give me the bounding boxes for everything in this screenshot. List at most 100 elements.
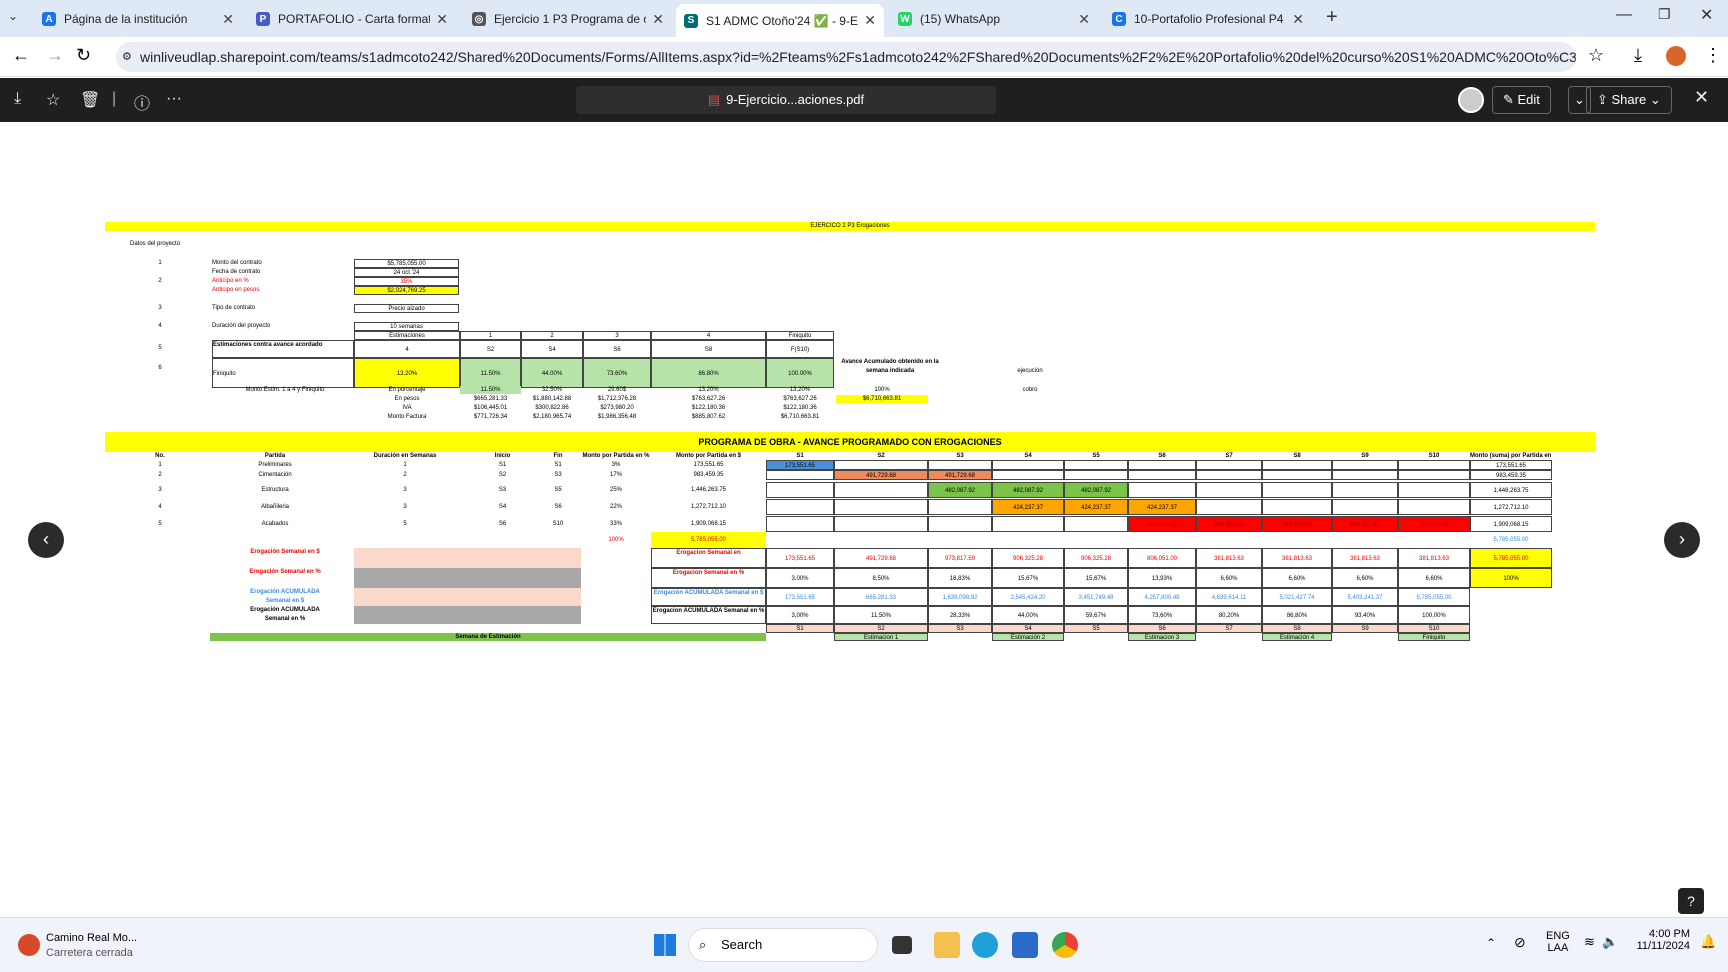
tab-close-icon[interactable]: ✕ <box>222 11 234 28</box>
new-tab-button[interactable]: + <box>1326 6 1338 29</box>
download-icon[interactable]: ⤓ <box>1634 45 1642 66</box>
summary-value: $6,710,663.81 <box>780 414 820 420</box>
back-icon[interactable]: ← <box>12 45 30 66</box>
erogacion-row-label: Erogacion Semanal en <box>651 548 766 568</box>
finiquito-pct: 73.60% <box>583 358 651 388</box>
erogacion-value: 381,813.63 <box>1262 548 1332 568</box>
edge-icon[interactable] <box>972 932 998 958</box>
download-file-icon[interactable]: ⤓ <box>14 90 21 108</box>
tab-4[interactable]: S S1 ADMC Otoño'24 ✅ - 9-E ✕ <box>676 4 884 37</box>
gantt-cell <box>1196 470 1262 480</box>
erogacion-value: 665,281.33 <box>834 588 928 606</box>
gantt-cell <box>1262 460 1332 470</box>
gantt-cell <box>1064 470 1128 480</box>
summary-value: $273,980.20 <box>600 405 634 411</box>
help-icon[interactable]: ? <box>1678 888 1704 914</box>
close-viewer-icon[interactable]: ✕ <box>1694 87 1709 108</box>
next-page-button[interactable]: › <box>1664 522 1700 558</box>
tab-close-icon[interactable]: ✕ <box>1078 11 1090 28</box>
partida-total: 1,272,712.10 <box>1470 499 1552 515</box>
gantt-cell <box>1262 499 1332 515</box>
edit-button[interactable]: ✎ Edit <box>1492 86 1551 114</box>
erogacion-value: 491,729.68 <box>834 548 928 568</box>
partida-cell: S3 <box>498 487 507 493</box>
profile-avatar[interactable] <box>1666 46 1686 66</box>
delete-icon[interactable]: 🗑 <box>80 90 100 110</box>
erogacion-value: 86,80% <box>1262 606 1332 624</box>
summary-label: IVA <box>402 405 412 411</box>
user-avatar[interactable] <box>1458 87 1484 113</box>
gantt-cell <box>1332 499 1398 515</box>
info-value: $5,785,055.00 <box>354 259 459 268</box>
url-field[interactable]: ⚙ winliveudlap.sharepoint.com/teams/s1adm… <box>116 42 1576 72</box>
gantt-bar: 173,551.65 <box>766 460 834 470</box>
favorite-icon[interactable]: ☆ <box>46 90 60 110</box>
info-number: 1 <box>158 260 162 266</box>
more-icon[interactable]: ··· <box>166 90 182 108</box>
info-label: Fecha de contrato <box>212 269 261 275</box>
tab-2[interactable]: P PORTAFOLIO - Carta formato E ✕ <box>248 6 456 32</box>
notification-bell-icon[interactable]: 🔔 <box>1700 934 1716 950</box>
minimize-icon[interactable]: — <box>1616 6 1632 24</box>
summary-label: En porcentaje <box>388 387 426 393</box>
previous-page-button[interactable]: ‹ <box>28 522 64 558</box>
share-button[interactable]: ⇪ Share ⌄ <box>1586 86 1672 114</box>
chrome-icon[interactable] <box>1052 932 1078 958</box>
close-window-icon[interactable]: ✕ <box>1700 5 1713 25</box>
tab-6[interactable]: C 10-Portafolio Profesional P4 CA ✕ <box>1104 6 1312 32</box>
column-header: Monto (suma) por Partida en $ <box>1470 453 1552 459</box>
tab-search-icon[interactable]: ⌄ <box>8 9 18 23</box>
erogacion-value: 3,00% <box>766 568 834 588</box>
info-icon[interactable]: ⓘ <box>134 90 150 114</box>
gantt-cell <box>1262 482 1332 498</box>
tab-close-icon[interactable]: ✕ <box>864 12 876 29</box>
news-widget[interactable]: Camino Real Mo... Carretera cerrada <box>14 932 164 962</box>
partida-cell: 1,909,068.15 <box>690 521 727 527</box>
reload-icon[interactable]: ↻ <box>76 45 91 66</box>
site-info-icon[interactable]: ⚙ <box>122 42 132 72</box>
volume-icon[interactable]: 🔈 <box>1602 934 1618 950</box>
windows-start-icon[interactable] <box>654 934 676 956</box>
partida-cell: S6 <box>498 521 507 527</box>
column-header: Fin <box>553 453 563 459</box>
info-number: 2 <box>158 278 162 284</box>
store-icon[interactable] <box>1012 932 1038 958</box>
network-off-icon[interactable]: ⊘ <box>1514 934 1526 951</box>
column-header: S9 <box>1361 453 1369 459</box>
bookmark-star-icon[interactable]: ☆ <box>1588 45 1604 66</box>
forward-icon[interactable]: → <box>46 45 64 66</box>
partida-cell: S2 <box>498 472 507 478</box>
wifi-icon[interactable]: ≋ <box>1584 934 1595 950</box>
restore-icon[interactable]: ❐ <box>1658 6 1671 23</box>
file-name: 9-Ejercicio...aciones.pdf <box>726 92 865 107</box>
tab-label: S1 ADMC Otoño'24 ✅ - 9-E <box>706 13 858 28</box>
erogacion-value: 8,50% <box>834 568 928 588</box>
clock[interactable]: 4:00 PM 11/11/2024 <box>1620 928 1690 952</box>
info-value: 24 oct '24 <box>354 268 459 277</box>
tab-5[interactable]: W (15) WhatsApp ✕ <box>890 6 1098 32</box>
file-explorer-icon[interactable] <box>934 932 960 958</box>
language-indicator[interactable]: ENG LAA <box>1546 930 1570 954</box>
tab-3[interactable]: ◎ Ejercicio 1 P3 Programa de obr ✕ <box>464 6 672 32</box>
erogacion-side-label: Erogación ACUMULADA Semanal en $ <box>250 589 320 604</box>
tray-chevron-icon[interactable]: ⌃ <box>1486 936 1496 950</box>
partida-cell: 3% <box>611 462 621 468</box>
partida-cell: S3 <box>554 472 562 478</box>
erogacion-value: 906,325.28 <box>992 548 1064 568</box>
erogacion-side-label: Erogación Semanal en $ <box>250 549 320 555</box>
taskbar-search[interactable]: ⌕ Search <box>688 928 878 962</box>
task-view-icon[interactable] <box>892 936 912 954</box>
info-label: Anticipo en pesos <box>212 287 260 293</box>
windows-taskbar: Camino Real Mo... Carretera cerrada ⌕ Sea… <box>0 917 1728 972</box>
tab-close-icon[interactable]: ✕ <box>652 11 664 28</box>
tab-1[interactable]: A Página de la institución ✕ <box>34 6 242 32</box>
tab-favicon-icon: A <box>42 12 56 26</box>
summary-value: 32.50% <box>541 387 563 393</box>
gantt-cell <box>1128 470 1196 480</box>
tab-close-icon[interactable]: ✕ <box>1292 11 1304 28</box>
gantt-cell <box>1398 499 1470 515</box>
lang-layout: LAA <box>1547 942 1569 954</box>
estimacion-week: 4 <box>354 340 460 358</box>
tab-close-icon[interactable]: ✕ <box>436 11 448 28</box>
browser-menu-icon[interactable]: ⋮ <box>1704 45 1722 66</box>
